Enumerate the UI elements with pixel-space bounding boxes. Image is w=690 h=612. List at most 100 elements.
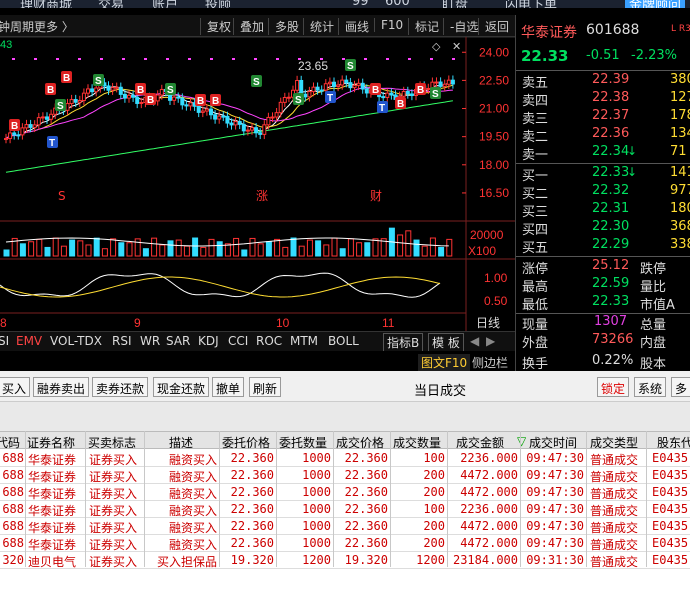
indicator-b-button[interactable]: 指标B xyxy=(383,333,424,352)
col-side[interactable]: 买卖标志 xyxy=(88,434,136,451)
bid-row-5[interactable]: 买五 22.29 338 xyxy=(516,237,690,256)
cell-name: 迪贝电气 xyxy=(28,555,77,569)
bid-row-2[interactable]: 买二 22.32 977 xyxy=(516,183,690,202)
menu-item-account[interactable]: 账户 xyxy=(152,0,178,8)
more-options-button[interactable]: 多 xyxy=(671,377,690,397)
quote-header: 华泰证券 601688 L R300 xyxy=(516,15,690,45)
statistics-button[interactable]: 统计 xyxy=(303,18,334,35)
cell-fill-type: 普通成交 xyxy=(590,555,639,569)
ask-row-4[interactable]: 卖四 22.38 127 xyxy=(516,90,690,109)
adjust-button[interactable]: 复权 xyxy=(200,18,231,35)
cancel-order-button[interactable]: 撤单 xyxy=(212,377,245,397)
candle-body xyxy=(348,82,353,89)
lock-button[interactable]: 锁定 xyxy=(597,377,630,397)
tab-si[interactable]: SI xyxy=(0,334,9,348)
overlay-button[interactable]: 叠加 xyxy=(233,18,264,35)
candle-body xyxy=(200,110,205,113)
cell-name: 华泰证券 xyxy=(28,538,77,552)
ask-row-2[interactable]: 卖二 22.36 1346 xyxy=(516,126,690,145)
tab-rsi[interactable]: RSI xyxy=(112,334,132,348)
f10-text-button[interactable]: 图文F10 xyxy=(418,354,471,371)
signal-dot xyxy=(122,58,125,60)
sort-desc-icon[interactable]: ▽ xyxy=(517,434,526,448)
tab-emv[interactable]: EMV xyxy=(16,334,42,348)
refresh-button[interactable]: 刷新 xyxy=(249,377,282,397)
back-button[interactable]: 返回 xyxy=(478,18,509,35)
tab-cci[interactable]: CCI xyxy=(228,334,248,348)
candle-body xyxy=(258,132,263,135)
bid-row-3[interactable]: 买三 22.31 1803 xyxy=(516,201,690,220)
candle-body xyxy=(409,93,414,97)
ask-row-5[interactable]: 卖五 22.39 380 xyxy=(516,72,690,91)
volume-bar xyxy=(200,246,207,257)
candle-body xyxy=(237,121,242,125)
ask-row-3[interactable]: 卖三 22.37 1787 xyxy=(516,108,690,127)
tab-roc[interactable]: ROC xyxy=(256,334,282,348)
cell-side: 证券买入 xyxy=(89,538,138,552)
draw-line-button[interactable]: 画线 xyxy=(338,18,369,35)
candle-body xyxy=(110,87,115,91)
margin-sell-button[interactable]: 融券卖出 xyxy=(33,377,90,397)
stat-current-vol: 现量 1307 总量 xyxy=(522,314,667,333)
tab-boll[interactable]: BOLL xyxy=(328,334,359,348)
col-fill-price[interactable]: 成交价格 xyxy=(336,434,384,451)
col-fill-time[interactable]: 成交时间 xyxy=(529,434,577,451)
template-button[interactable]: 模 板 xyxy=(428,333,464,352)
col-order-price[interactable]: 委托价格 xyxy=(222,434,270,451)
event-mark-s[interactable]: S xyxy=(58,189,66,203)
system-button[interactable]: 系统 xyxy=(634,377,667,397)
menu-item-99[interactable]: 99 xyxy=(352,0,369,8)
menu-item-watch[interactable]: 盯盘 xyxy=(442,0,468,8)
cell-fill-type: 普通成交 xyxy=(590,521,639,535)
signal-dot xyxy=(386,58,389,60)
sidebar-button[interactable]: 侧边栏 xyxy=(472,354,508,371)
period-label[interactable]: 日线 xyxy=(476,316,500,330)
f10-button[interactable]: F10 xyxy=(374,18,403,32)
event-mark-limit-up[interactable]: 涨 xyxy=(256,188,268,203)
tab-vol-tdx[interactable]: VOL-TDX xyxy=(50,334,102,348)
cash-repay-button[interactable]: 现金还款 xyxy=(153,377,210,397)
buy-button[interactable]: 买入 xyxy=(0,377,31,397)
col-holder[interactable]: 股东代 xyxy=(657,434,690,451)
bid-row-4[interactable]: 买四 22.30 3680 xyxy=(516,219,690,238)
sell-repay-button[interactable]: 卖券还款 xyxy=(92,377,149,397)
mark-button[interactable]: 标记 xyxy=(408,18,439,35)
more-button[interactable]: 更多 〉 xyxy=(34,18,74,35)
col-fill-type[interactable]: 成交类型 xyxy=(590,434,638,451)
menu-item-mall[interactable]: 理财商城 xyxy=(20,0,72,8)
ask-row-1[interactable]: 卖一 22.34 ↓ 71 xyxy=(516,144,690,163)
tab-sar[interactable]: SAR xyxy=(166,334,190,348)
col-fill-qty[interactable]: 成交数量 xyxy=(393,434,441,451)
candle-body xyxy=(381,96,386,99)
tab-kdj[interactable]: KDJ xyxy=(198,334,219,348)
remove-watchlist-button[interactable]: -自选 xyxy=(443,18,478,35)
candle-body xyxy=(16,134,21,137)
event-mark-finance[interactable]: 财 xyxy=(370,189,382,203)
tab-mtm[interactable]: MTM xyxy=(290,334,318,348)
multi-stock-button[interactable]: 多股 xyxy=(268,18,299,35)
col-fill-amount[interactable]: 成交金额 xyxy=(456,434,504,451)
tab-right-arrow[interactable]: ▶ xyxy=(486,334,495,348)
volume-bar xyxy=(397,234,404,257)
col-desc[interactable]: 描述 xyxy=(169,434,193,451)
col-name[interactable]: 证券名称 xyxy=(27,434,75,451)
stock-chart[interactable]: 43 ◇ ✕ 23.65 24.00 22.50 21.00 19.50 18.00 16… xyxy=(0,36,515,331)
bid-row-1[interactable]: 买一 22.33 ↓ 1417 xyxy=(516,165,690,184)
menu-item-trade[interactable]: 交易 xyxy=(98,0,124,8)
menu-item-quick-order[interactable]: 闪电下单 xyxy=(505,0,557,8)
menu-item-advisor[interactable]: 投顾 xyxy=(205,0,231,8)
period-selector[interactable]: 分钟周期 xyxy=(0,18,34,35)
candle-body xyxy=(94,87,99,93)
y-tick-label: 22.50 xyxy=(479,73,509,87)
tab-left-arrow[interactable]: ◀ xyxy=(470,334,479,348)
menu-item-600[interactable]: 600 xyxy=(385,0,410,8)
diamond-icon[interactable]: ◇ xyxy=(432,40,441,53)
col-code[interactable]: 代码 xyxy=(0,434,20,451)
close-icon[interactable]: ✕ xyxy=(452,40,461,53)
tab-wr[interactable]: WR xyxy=(140,334,160,348)
signal-dot xyxy=(232,58,235,60)
candlestick-chart-svg[interactable]: 43 ◇ ✕ 23.65 24.00 22.50 21.00 19.50 18.00 16… xyxy=(0,36,515,331)
col-order-qty[interactable]: 委托数量 xyxy=(279,434,327,451)
menu-item-gold-advisor[interactable]: 金牌顾问 xyxy=(625,0,686,8)
cell-code: 688 xyxy=(2,536,24,550)
